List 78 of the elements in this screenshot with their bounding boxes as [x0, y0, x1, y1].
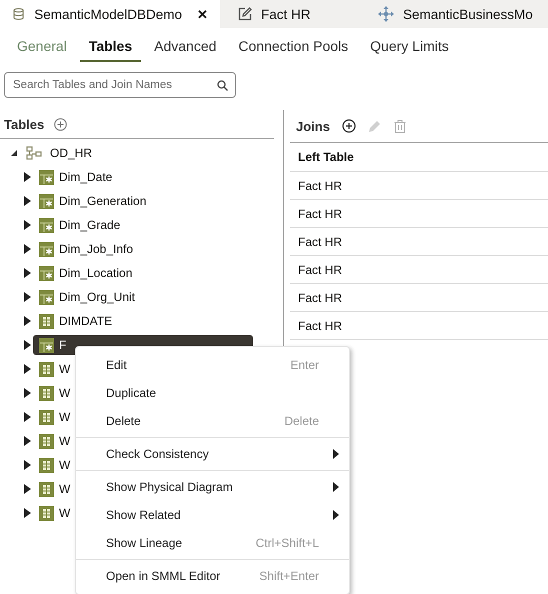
table-cell: Fact HR — [298, 262, 342, 276]
dimension-table-icon — [39, 338, 54, 352]
menu-item[interactable]: Show Lineage Ctrl+Shift+L — [76, 529, 349, 557]
document-tab[interactable]: SemanticModelDBDemo ✕ — [0, 0, 220, 28]
tree-item[interactable]: Dim_Location — [36, 263, 136, 283]
expand-triangle-icon[interactable] — [24, 412, 31, 422]
tree-item[interactable]: W — [36, 359, 74, 379]
close-icon[interactable]: ✕ — [197, 6, 208, 22]
move-arrows-icon — [378, 6, 394, 22]
tab[interactable]: Tables — [80, 38, 142, 62]
expand-triangle-icon[interactable] — [24, 244, 31, 254]
dimension-table-icon — [39, 218, 54, 232]
schema-icon — [26, 146, 42, 160]
tree-item[interactable]: Dim_Date — [36, 167, 116, 187]
table-icon — [39, 458, 54, 472]
expand-triangle-icon[interactable] — [24, 316, 31, 326]
tab[interactable]: General — [8, 38, 76, 62]
tree-item[interactable]: W — [36, 431, 74, 451]
dimension-table-icon — [39, 194, 54, 208]
tree-item[interactable]: Dim_Job_Info — [36, 239, 136, 259]
database-icon — [12, 6, 26, 22]
expand-triangle-icon[interactable] — [24, 340, 31, 350]
menu-item[interactable]: Show Related — [76, 501, 349, 529]
expand-triangle-icon[interactable] — [24, 508, 31, 518]
edit-icon — [238, 7, 252, 21]
table-cell: Fact HR — [298, 178, 342, 192]
expand-triangle-icon[interactable] — [24, 364, 31, 374]
search-field[interactable]: Search Tables and Join Names — [4, 72, 236, 98]
dimension-table-icon — [39, 266, 54, 280]
table-icon — [39, 506, 54, 520]
table-cell: Fact HR — [298, 206, 342, 220]
tree-item[interactable]: W — [36, 503, 74, 523]
tree-item[interactable]: Dim_Grade — [36, 215, 124, 235]
add-icon[interactable] — [342, 119, 356, 133]
expand-triangle-icon[interactable] — [24, 436, 31, 446]
table-icon — [39, 362, 54, 376]
menu-item[interactable]: Show Physical Diagram — [76, 473, 349, 501]
table-icon — [39, 314, 54, 328]
expand-triangle-icon[interactable] — [24, 484, 31, 494]
table-cell: Fact HR — [298, 318, 342, 332]
tree-item[interactable]: Dim_Org_Unit — [36, 287, 138, 307]
collapse-triangle-icon[interactable] — [10, 149, 18, 157]
panel-title: Tables — [4, 116, 44, 132]
tree-item[interactable]: OD_HR — [50, 146, 92, 160]
expand-triangle-icon[interactable] — [24, 388, 31, 398]
menu-item[interactable]: Open in SMML Editor Shift+Enter — [76, 562, 349, 590]
tree-item[interactable]: DIMDATE — [36, 311, 116, 331]
panel-title: Joins — [296, 118, 330, 134]
table-icon — [39, 386, 54, 400]
document-tab[interactable]: SemanticBusinessMo — [366, 0, 545, 28]
expand-triangle-icon[interactable] — [24, 292, 31, 302]
expand-triangle-icon[interactable] — [24, 172, 31, 182]
table-icon — [39, 434, 54, 448]
expand-triangle-icon[interactable] — [24, 460, 31, 470]
menu-item[interactable]: Check Consistency — [76, 440, 349, 468]
tab[interactable]: Query Limits — [361, 38, 458, 62]
table-icon — [39, 410, 54, 424]
menu-item[interactable]: Delete Delete — [76, 407, 349, 435]
tab[interactable]: Advanced — [145, 38, 226, 62]
dimension-table-icon — [39, 170, 54, 184]
expand-triangle-icon[interactable] — [24, 220, 31, 230]
tree-item[interactable]: W — [36, 407, 74, 427]
tree-item[interactable]: Dim_Generation — [36, 191, 150, 211]
column-header: Left Table — [298, 150, 354, 164]
dimension-table-icon — [39, 290, 54, 304]
expand-triangle-icon[interactable] — [24, 196, 31, 206]
expand-triangle-icon[interactable] — [24, 268, 31, 278]
table-icon — [39, 482, 54, 496]
dimension-table-icon — [39, 242, 54, 256]
menu-item[interactable]: Duplicate — [76, 379, 349, 407]
table-cell: Fact HR — [298, 290, 342, 304]
tree-item[interactable]: W — [36, 479, 74, 499]
search-icon — [217, 80, 228, 91]
tree-item[interactable]: W — [36, 383, 74, 403]
document-tab[interactable]: Fact HR — [220, 0, 366, 28]
tree-item[interactable]: W — [36, 455, 74, 475]
table-cell: Fact HR — [298, 234, 342, 248]
tab[interactable]: Connection Pools — [229, 38, 358, 62]
